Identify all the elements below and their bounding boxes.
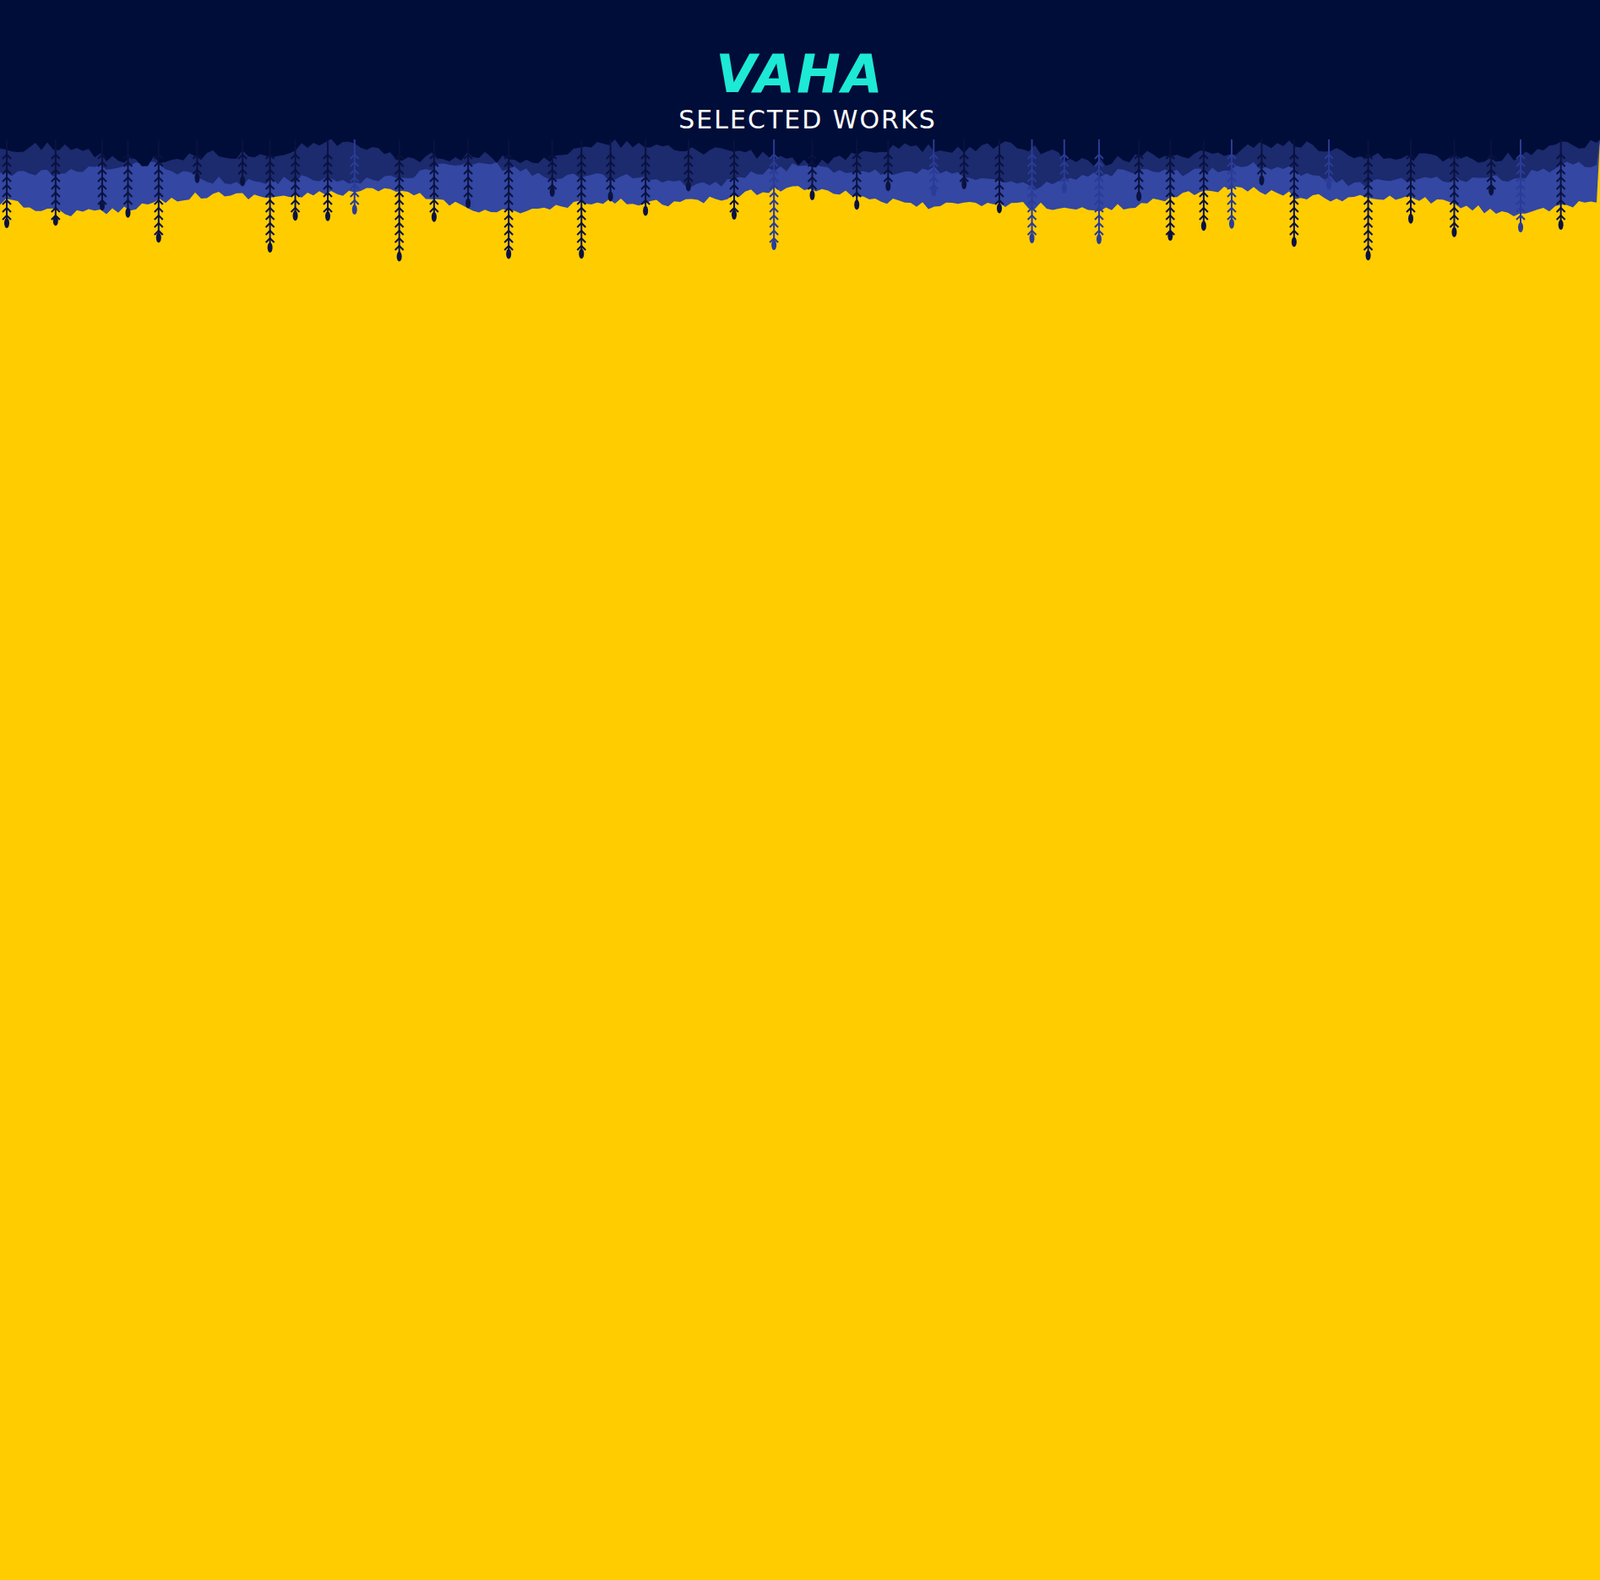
vine-icon [1060, 139, 1069, 194]
vine-icon [1227, 139, 1236, 229]
vine-icon [323, 139, 332, 222]
vine-icon [395, 139, 404, 262]
vine-icon [852, 139, 861, 210]
vine-icon [1449, 139, 1459, 238]
vine-icon [576, 139, 586, 259]
vine-icon [504, 139, 513, 259]
vine-icon [429, 139, 439, 223]
vine-icon [1028, 139, 1037, 244]
vine-icon [1165, 139, 1175, 241]
vine-icon [606, 139, 615, 202]
site-subtitle: SELECTED WORKS [678, 104, 937, 136]
vine-icon [1199, 139, 1209, 231]
vine-icon [154, 139, 164, 243]
vine-icon [769, 139, 779, 251]
vine-icon [350, 139, 360, 215]
vine-icon [1364, 139, 1373, 261]
vine-icon [883, 139, 893, 191]
vine-icon [123, 139, 132, 218]
vine-icon [238, 139, 247, 186]
site-title[interactable]: VAHA [715, 43, 885, 105]
vine-icon [959, 139, 969, 190]
vine-icon [929, 139, 938, 196]
vine-icon [1324, 139, 1334, 191]
vine-icon [641, 139, 650, 216]
vine-icon [97, 139, 107, 211]
vine-icon [192, 139, 202, 184]
vine-icon [548, 139, 557, 197]
site-header: VAHASELECTED WORKS [0, 0, 1600, 140]
vine-icon [995, 139, 1004, 213]
vine-icon [808, 139, 817, 201]
vine-icon [1406, 139, 1415, 224]
vine-icon [1486, 139, 1496, 196]
vine-icon [1094, 139, 1104, 245]
vine-icon [2, 139, 11, 229]
vine-icon [1134, 139, 1143, 202]
vine-icon [1289, 139, 1299, 247]
vine-icon [1556, 139, 1566, 230]
content-area [0, 282, 1600, 1466]
vine-icon [463, 139, 473, 208]
forest-illustration [0, 139, 1600, 283]
vine-icon [1516, 139, 1525, 233]
vine-icon [291, 139, 300, 221]
vine-icon [1257, 139, 1267, 186]
vine-icon [266, 139, 275, 253]
vine-icon [51, 139, 60, 226]
vine-icon [684, 139, 693, 191]
vine-icon [729, 139, 739, 220]
